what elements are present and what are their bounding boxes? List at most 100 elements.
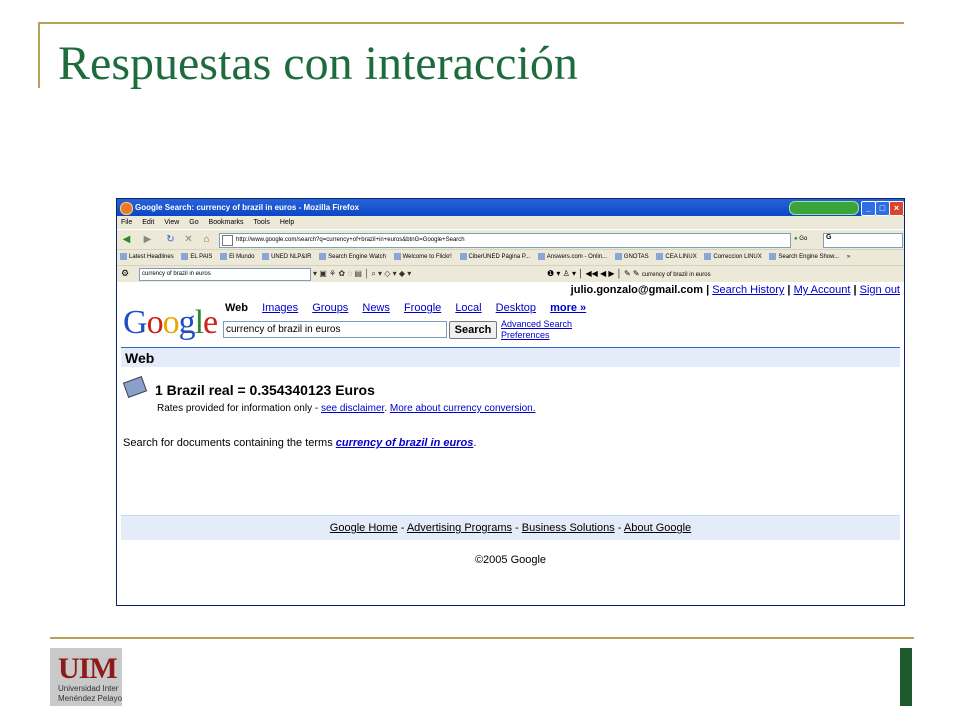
tab-news[interactable]: News	[362, 302, 390, 314]
slide-footer-line	[50, 637, 914, 639]
menu-bookmarks[interactable]: Bookmarks	[209, 219, 244, 226]
about-google-link[interactable]: About Google	[624, 522, 691, 534]
highlight-terms: ❶ ▾ ♙ ▾ │ ◀◀ ◀ ▶ │ ✎ ✎ currency of brazi…	[547, 268, 711, 281]
home-icon[interactable]: ⌂	[200, 233, 213, 246]
rss-icon	[120, 252, 127, 260]
google-toolbar-icon[interactable]: ⚙	[121, 268, 129, 279]
go-arrow-icon: ●	[794, 236, 798, 242]
uimp-logo-text: UIM	[58, 652, 118, 685]
tab-froogle[interactable]: Froogle	[404, 302, 441, 314]
currency-conversion-link[interactable]: More about currency conversion.	[390, 403, 536, 414]
go-button[interactable]: ● Go	[794, 233, 824, 246]
search-for-text: Search for documents containing the term…	[123, 437, 336, 449]
footer-separator: -	[614, 522, 624, 534]
window-titlebar: Google Search: currency of brazil in eur…	[117, 199, 904, 216]
bookmark-icon	[262, 252, 270, 260]
preferences-link[interactable]: Preferences	[501, 330, 572, 341]
bookmark-item[interactable]: Welcome to Flickr!	[393, 250, 452, 265]
search-history-link[interactable]: Search History	[712, 284, 784, 296]
menu-go[interactable]: Go	[189, 219, 198, 226]
title-tray-icons	[789, 201, 859, 215]
bookmarks-more-button[interactable]: »	[847, 250, 850, 265]
bookmark-item[interactable]: Answers.com - Onlin...	[537, 250, 607, 265]
bookmark-item[interactable]: GNOTAS	[614, 250, 649, 265]
bookmark-icon	[537, 252, 545, 260]
url-text: http://www.google.com/search?q=currency+…	[236, 237, 465, 243]
tab-web: Web	[225, 302, 249, 314]
tab-desktop[interactable]: Desktop	[496, 302, 536, 314]
web-section-bar: Web	[121, 347, 900, 367]
bookmark-item[interactable]: Latest Headlines	[120, 250, 174, 265]
page-icon	[704, 252, 712, 260]
advertising-programs-link[interactable]: Advertising Programs	[407, 522, 512, 534]
rates-note: Rates provided for information only - se…	[157, 403, 536, 414]
search-engine-letter: G	[826, 234, 832, 241]
conversion-result: 1 Brazil real = 0.354340123 Euros	[155, 382, 375, 398]
disclaimer-link[interactable]: see disclaimer	[321, 403, 384, 414]
google-results-page: julio.gonzalo@gmail.com | Search History…	[117, 282, 904, 605]
back-icon[interactable]: ◀	[120, 233, 133, 246]
slide-title: Respuestas con interacción	[58, 37, 578, 90]
google-toolbar: ⚙ currency of brazil in euros ▾ ▣ ⚘ ✿ ◌ …	[117, 265, 904, 282]
sign-out-link[interactable]: Sign out	[860, 284, 900, 296]
stop-icon[interactable]: ✕	[182, 233, 195, 246]
uimp-logo-subtext: Universidad Inter Menéndez Pelayo	[58, 684, 122, 703]
calculator-icon	[122, 376, 148, 398]
reload-icon[interactable]: ↻	[164, 233, 177, 246]
google-toolbar-search[interactable]: currency of brazil in euros	[139, 268, 311, 281]
bookmark-item[interactable]: Search Engine Watch	[319, 250, 386, 265]
search-for-suffix: .	[473, 437, 477, 449]
close-button[interactable]: ×	[889, 201, 904, 216]
bookmark-icon	[459, 252, 467, 260]
bookmark-icon	[181, 252, 189, 260]
bookmark-item[interactable]: Search Engine Show...	[769, 250, 839, 265]
my-account-link[interactable]: My Account	[794, 284, 851, 296]
tab-images[interactable]: Images	[262, 302, 298, 314]
menu-file[interactable]: File	[121, 219, 132, 226]
browser-search-box[interactable]: G	[823, 233, 903, 248]
highlight-term[interactable]: currency	[642, 272, 665, 278]
footer-separator: -	[397, 522, 407, 534]
tab-groups[interactable]: Groups	[312, 302, 348, 314]
slide-frame-top	[38, 22, 904, 24]
search-input[interactable]: currency of brazil in euros	[223, 321, 447, 338]
highlight-term[interactable]: in	[689, 272, 694, 278]
highlight-term[interactable]: brazil	[673, 272, 687, 278]
menu-view[interactable]: View	[164, 219, 179, 226]
highlight-term[interactable]: euros	[696, 272, 711, 278]
bookmark-item[interactable]: El Mundo	[220, 250, 254, 265]
google-home-link[interactable]: Google Home	[330, 522, 398, 534]
google-favicon-icon	[222, 235, 233, 246]
business-solutions-link[interactable]: Business Solutions	[522, 522, 615, 534]
minimize-button[interactable]: _	[861, 201, 876, 216]
bookmark-item[interactable]: UNED NLP&IR	[262, 250, 311, 265]
advanced-search-link[interactable]: Advanced Search	[501, 319, 572, 330]
bookmark-icon	[220, 252, 228, 260]
menu-bar: File Edit View Go Bookmarks Tools Help	[117, 216, 904, 229]
tab-local[interactable]: Local	[455, 302, 481, 314]
google-logo[interactable]: Google	[123, 304, 218, 342]
search-button[interactable]: Search	[449, 321, 497, 339]
maximize-button[interactable]: □	[875, 201, 890, 216]
search-for-documents: Search for documents containing the term…	[123, 437, 476, 449]
bookmark-item[interactable]: Correccion LINUX	[704, 250, 762, 265]
bookmark-item[interactable]: CiberUNED Página P...	[459, 250, 530, 265]
info-icon[interactable]: ❶ ▾ ♙ ▾ │ ◀◀ ◀ ▶ │ ✎ ✎	[547, 269, 642, 278]
menu-tools[interactable]: Tools	[254, 219, 270, 226]
bookmark-item[interactable]: EL PAIS	[181, 250, 212, 265]
google-toolbar-buttons[interactable]: ▾ ▣ ⚘ ✿ ◌ ▤ │ ⌕ ▾ ◇ ▾ ◆ ▾	[313, 268, 411, 280]
footer-separator: -	[512, 522, 522, 534]
menu-help[interactable]: Help	[280, 219, 294, 226]
bookmark-icon	[319, 252, 327, 260]
go-label: Go	[799, 236, 808, 242]
forward-icon[interactable]: ▶	[141, 233, 154, 246]
bookmark-item[interactable]: CEA LINUX	[656, 250, 697, 265]
uimp-logo: UIM Universidad Inter Menéndez Pelayo	[50, 648, 122, 706]
footer-links: Google Home - Advertising Programs - Bus…	[121, 515, 900, 540]
highlight-term[interactable]: of	[667, 272, 672, 278]
url-bar[interactable]: http://www.google.com/search?q=currency+…	[219, 233, 791, 248]
more-link[interactable]: more »	[550, 302, 586, 314]
page-icon	[614, 252, 622, 260]
menu-edit[interactable]: Edit	[142, 219, 154, 226]
search-terms-link[interactable]: currency of brazil in euros	[336, 437, 474, 449]
